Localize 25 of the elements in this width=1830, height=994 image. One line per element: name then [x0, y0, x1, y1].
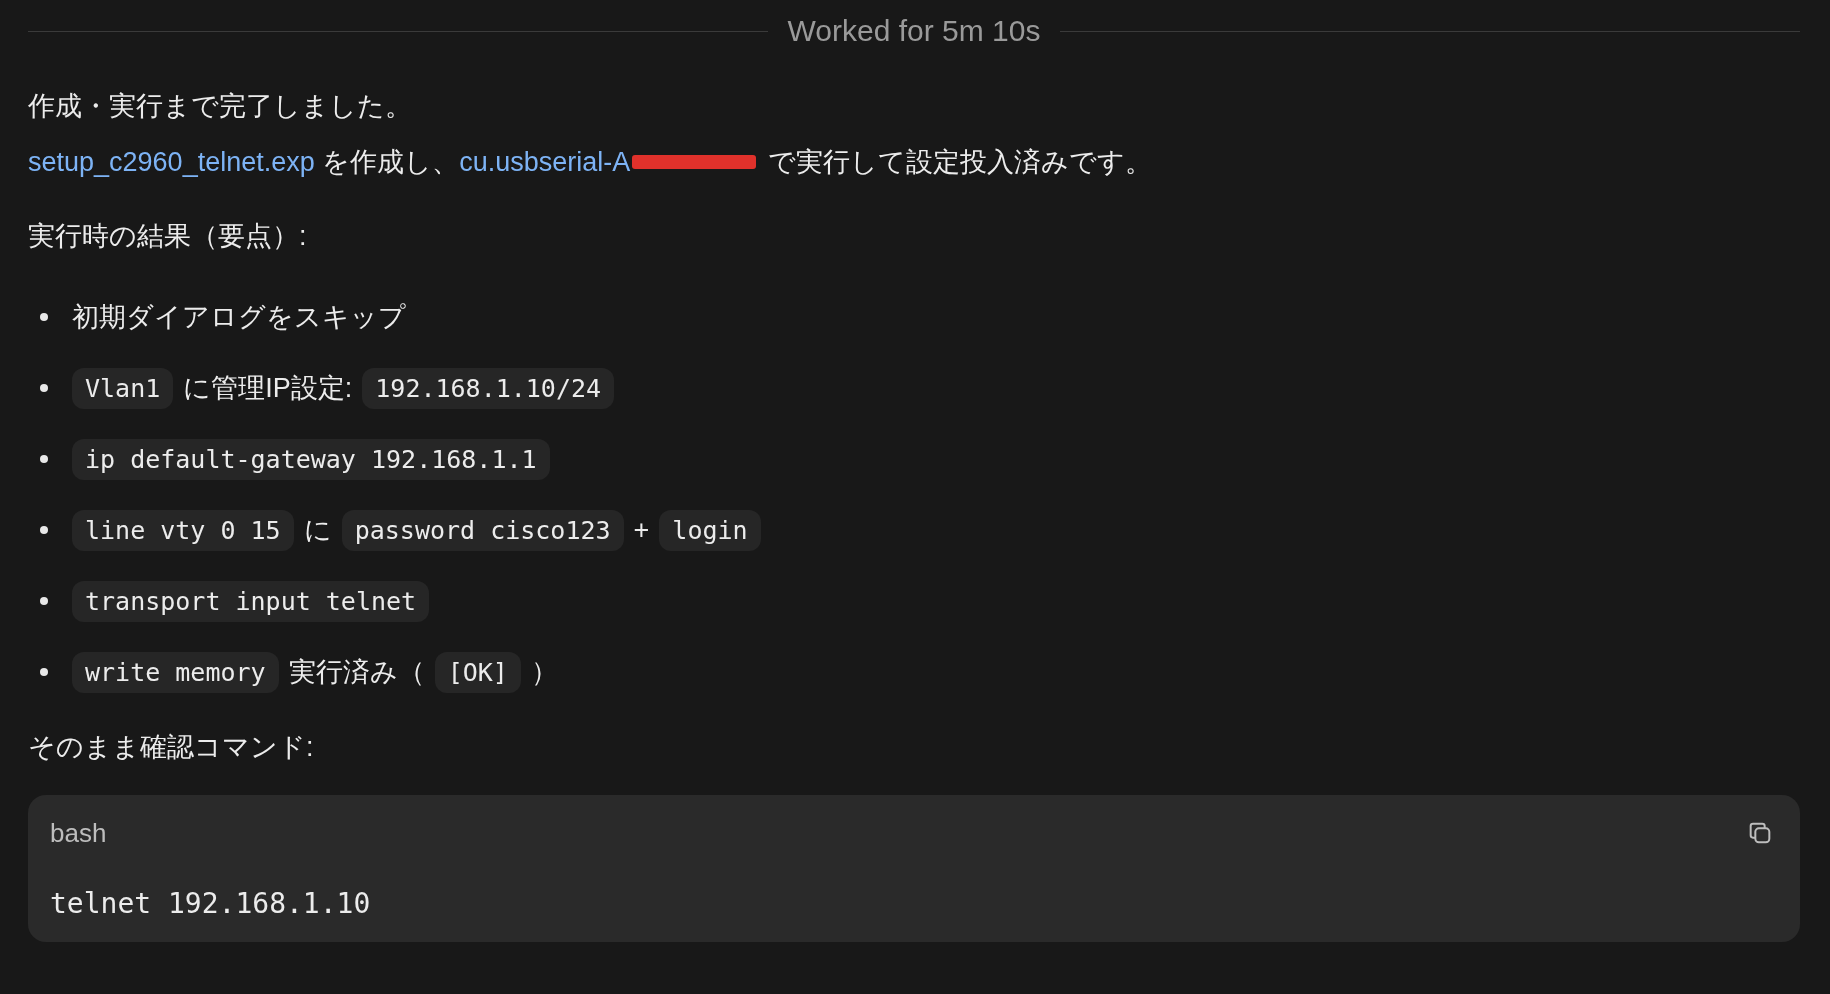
message-text: 作成・実行まで完了しました。 [28, 90, 412, 123]
inline-code: ip default-gateway 192.168.1.1 [72, 438, 550, 480]
code-line: telnet 192.168.1.10 [50, 887, 372, 920]
message-text: 初期ダイアログをスキップ [72, 301, 406, 334]
message-text: ） [530, 656, 558, 689]
worked-time-label: Worked for 5m 10s [787, 14, 1041, 48]
message-text: 実行済み（ [288, 656, 425, 689]
message-text: で実行して設定投入済みです。 [766, 146, 1152, 179]
inline-code: 192.168.1.10/24 [362, 367, 615, 409]
file-link[interactable]: cu.usbserial-A [459, 134, 631, 190]
code-language-label: bash [50, 817, 107, 849]
inline-code: [OK] [434, 651, 521, 693]
inline-code: login [659, 509, 761, 551]
section-heading: そのまま確認コマンド: [28, 731, 314, 764]
inline-code: transport input telnet [72, 580, 430, 622]
inline-code: line vty 0 15 [72, 509, 294, 551]
message-text: + [633, 514, 650, 546]
file-link[interactable]: setup_c2960_telnet.exp [28, 134, 315, 190]
section-heading: 実行時の結果（要点）: [28, 220, 307, 253]
message-text: を作成し、 [321, 146, 460, 179]
inline-code: write memory [72, 651, 279, 693]
inline-code: Vlan1 [72, 367, 174, 409]
message-text: に [303, 514, 332, 547]
inline-code: password cisco123 [341, 509, 624, 551]
message-text: に管理IP設定: [183, 372, 353, 405]
